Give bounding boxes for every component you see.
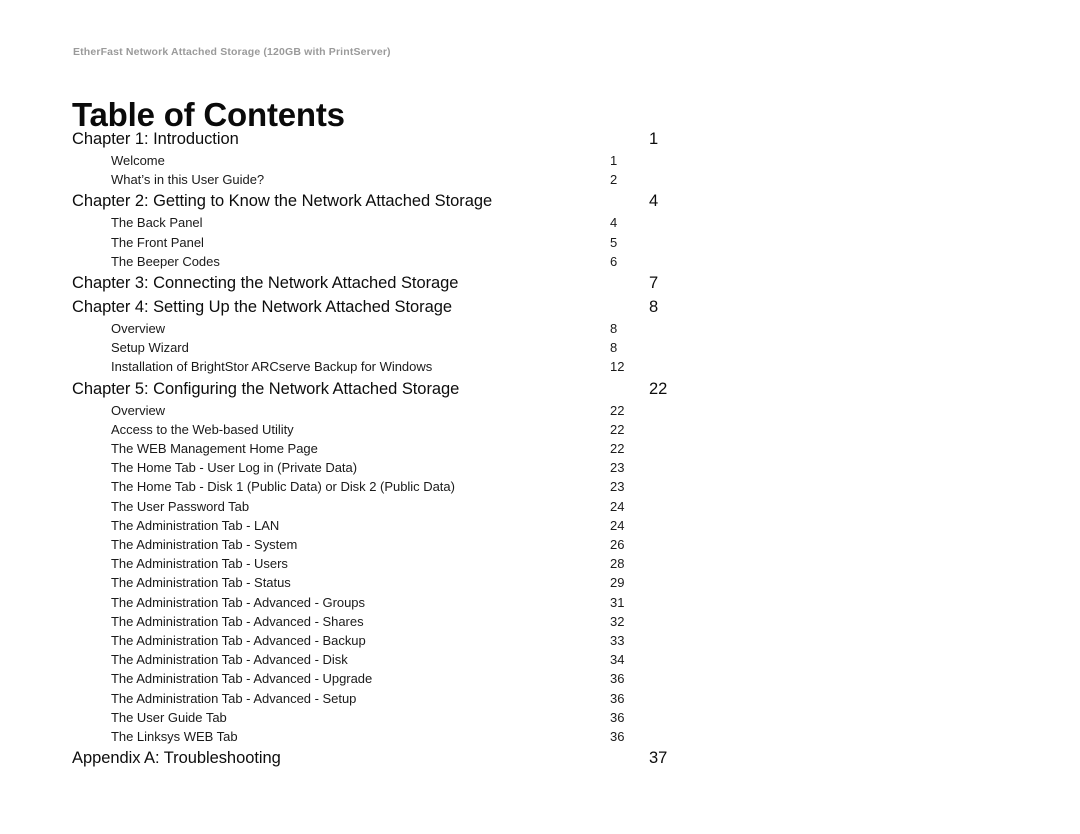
toc-entry-label: The User Guide Tab <box>111 709 227 725</box>
toc-entry[interactable]: The Administration Tab - Advanced - Setu… <box>72 689 791 708</box>
toc-entry-label: The Linksys WEB Tab <box>111 729 238 745</box>
toc-entry[interactable]: What’s in this User Guide? 2 <box>72 170 791 189</box>
toc-entry-page-number: 29 <box>610 575 625 591</box>
toc-entry-label: Setup Wizard <box>111 340 189 356</box>
toc-entry[interactable]: The Beeper Codes 6 <box>72 252 791 271</box>
toc-entry-page-number: 24 <box>610 498 625 514</box>
toc-entry[interactable]: The Administration Tab - Advanced - Upgr… <box>72 669 791 688</box>
toc-entry[interactable]: Chapter 3: Connecting the Network Attach… <box>72 271 752 295</box>
toc-entry-label: Overview <box>111 321 166 337</box>
toc-entry-label: The Administration Tab - Advanced - Grou… <box>111 594 365 610</box>
toc-entry-page-number: 22 <box>649 379 668 398</box>
toc-entry[interactable]: The Administration Tab - System 26 <box>72 535 791 554</box>
running-header: EtherFast Network Attached Storage (120G… <box>73 46 391 58</box>
toc-entry-page-number: 23 <box>610 479 625 495</box>
toc-entry[interactable]: The Administration Tab - Advanced - Back… <box>72 631 791 650</box>
toc-entry[interactable]: The Home Tab - Disk 1 (Public Data) or D… <box>72 477 791 496</box>
toc-entry[interactable]: The User Password Tab 24 <box>72 497 791 516</box>
toc-entry-page-number: 32 <box>610 613 625 629</box>
toc-entry-page-number: 1 <box>610 153 618 168</box>
toc-entry-label: Chapter 5: Configuring the Network Attac… <box>72 379 460 398</box>
toc-entry[interactable]: Access to the Web-based Utility 22 <box>72 420 791 439</box>
toc-entry-page-number: 36 <box>610 729 625 745</box>
toc-entry[interactable]: The Administration Tab - LAN 24 <box>72 516 791 535</box>
toc-entry-page-number: 22 <box>610 402 625 418</box>
toc-entry-page-number: 22 <box>610 421 625 437</box>
toc-entry[interactable]: Chapter 4: Setting Up the Network Attach… <box>72 295 752 319</box>
toc-entry[interactable]: The User Guide Tab 36 <box>72 708 791 727</box>
toc-entry[interactable]: The Administration Tab - Users 28 <box>72 554 791 573</box>
toc-entry[interactable]: Appendix A: Troubleshooting 37 <box>72 746 752 770</box>
toc-entry-page-number: 8 <box>610 340 618 356</box>
toc-entry-page-number: 28 <box>610 556 625 572</box>
toc-entry-label: The Administration Tab - System <box>111 537 298 553</box>
toc-entry-label: Chapter 3: Connecting the Network Attach… <box>72 274 459 293</box>
toc-entry-label: The Administration Tab - Users <box>111 556 288 572</box>
toc-entry[interactable]: Overview 8 <box>72 319 791 338</box>
toc-entry-page-number: 8 <box>610 321 618 337</box>
toc-entry[interactable]: The Linksys WEB Tab 36 <box>72 727 791 746</box>
toc-entry-page-number: 33 <box>610 633 625 649</box>
toc-entry[interactable]: The Administration Tab - Advanced - Disk… <box>72 650 791 669</box>
toc-entry-page-number: 5 <box>610 234 618 250</box>
toc-entry-label: The Administration Tab - Advanced - Setu… <box>111 690 357 706</box>
toc-entry[interactable]: The Front Panel 5 <box>72 233 791 252</box>
toc-entry[interactable]: Welcome 1 <box>72 151 791 170</box>
toc-entry[interactable]: The Administration Tab - Advanced - Grou… <box>72 593 791 612</box>
toc-entry-page-number: 6 <box>610 253 618 269</box>
toc-entry[interactable]: The Back Panel 4 <box>72 213 791 232</box>
toc-entry-label: Welcome <box>111 153 165 168</box>
toc-entry-page-number: 36 <box>610 690 625 706</box>
toc-entry-label: The Home Tab - Disk 1 (Public Data) or D… <box>111 479 455 495</box>
toc-entry-label: Chapter 2: Getting to Know the Network A… <box>72 192 493 211</box>
toc-entry-page-number: 23 <box>610 460 625 476</box>
toc-entry-label: What’s in this User Guide? <box>111 172 265 188</box>
toc-entry-label: The Beeper Codes <box>111 253 220 269</box>
toc-entry[interactable]: Chapter 5: Configuring the Network Attac… <box>72 377 752 401</box>
toc-entry-page-number: 12 <box>610 359 625 375</box>
toc-entry-label: Chapter 1: Introduction <box>72 130 239 148</box>
toc-entry[interactable]: Setup Wizard 8 <box>72 338 791 357</box>
document-page: EtherFast Network Attached Storage (120G… <box>0 0 1080 834</box>
toc-entry[interactable]: The WEB Management Home Page 22 <box>72 439 791 458</box>
toc-entry-page-number: 4 <box>649 192 659 211</box>
toc-entry-page-number: 4 <box>610 215 618 231</box>
toc-entry-label: Access to the Web-based Utility <box>111 421 294 437</box>
table-of-contents: Chapter 1: Introduction 1 Welcome 1 What’s i… <box>72 127 752 770</box>
toc-entry-page-number: 1 <box>649 130 659 148</box>
toc-entry[interactable]: The Administration Tab - Status 29 <box>72 573 791 592</box>
toc-entry-label: The Front Panel <box>111 234 204 250</box>
toc-entry[interactable]: The Administration Tab - Advanced - Shar… <box>72 612 791 631</box>
toc-entry-label: The Administration Tab - Advanced - Shar… <box>111 613 364 629</box>
toc-entry[interactable]: Overview 22 <box>72 401 791 420</box>
toc-entry-label: Chapter 4: Setting Up the Network Attach… <box>72 298 452 317</box>
toc-entry-label: Appendix A: Troubleshooting <box>72 749 281 768</box>
toc-entry-page-number: 8 <box>649 298 659 317</box>
toc-entry-page-number: 36 <box>610 671 625 687</box>
toc-entry-page-number: 36 <box>610 709 625 725</box>
toc-entry-page-number: 31 <box>610 594 625 610</box>
toc-entry-label: Installation of BrightStor ARCserve Back… <box>111 359 433 375</box>
toc-entry-page-number: 26 <box>610 537 625 553</box>
toc-entry-label: The User Password Tab <box>111 498 250 514</box>
toc-entry-page-number: 37 <box>649 749 668 768</box>
toc-entry[interactable]: Chapter 1: Introduction 1 <box>72 127 752 151</box>
toc-entry-page-number: 7 <box>649 274 659 293</box>
toc-entry-label: The Administration Tab - Advanced - Upgr… <box>111 671 373 687</box>
toc-entry-page-number: 2 <box>610 172 618 188</box>
toc-entry-label: The Administration Tab - Advanced - Disk <box>111 652 348 668</box>
toc-entry-page-number: 22 <box>610 441 625 457</box>
toc-entry-label: The Home Tab - User Log in (Private Data… <box>111 460 358 476</box>
toc-entry-label: Overview <box>111 402 166 418</box>
toc-entry-page-number: 24 <box>610 517 625 533</box>
toc-entry-label: The WEB Management Home Page <box>111 441 318 457</box>
toc-entry[interactable]: Installation of BrightStor ARCserve Back… <box>72 357 791 376</box>
toc-entry[interactable]: Chapter 2: Getting to Know the Network A… <box>72 189 752 213</box>
toc-entry-label: The Administration Tab - Status <box>111 575 291 591</box>
toc-entry[interactable]: The Home Tab - User Log in (Private Data… <box>72 458 791 477</box>
toc-entry-label: The Administration Tab - Advanced - Back… <box>111 633 366 649</box>
toc-entry-label: The Back Panel <box>111 215 203 231</box>
toc-entry-page-number: 34 <box>610 652 625 668</box>
toc-entry-label: The Administration Tab - LAN <box>111 517 280 533</box>
